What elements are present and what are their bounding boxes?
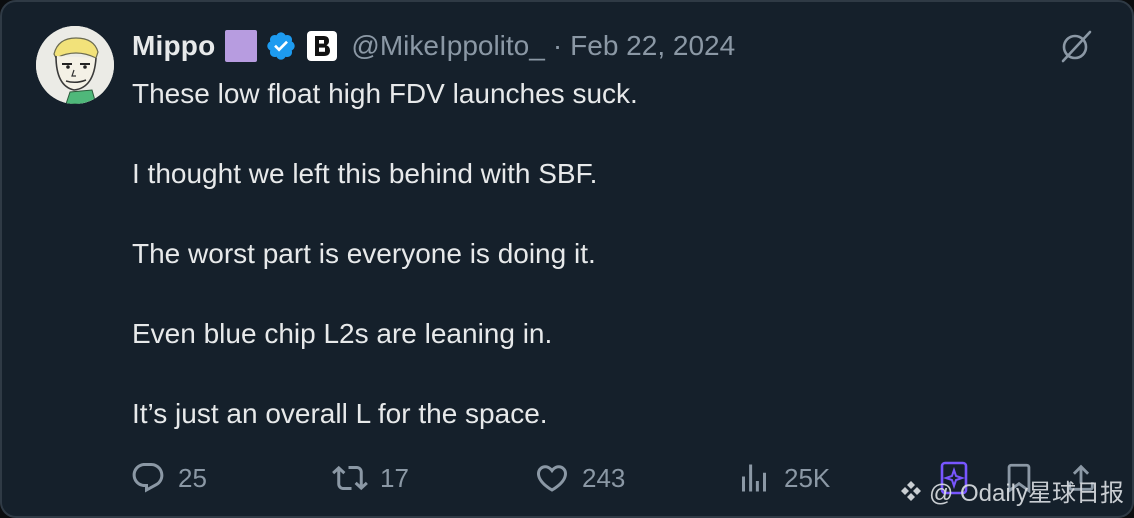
tweet-paragraph: It’s just an overall L for the space. bbox=[132, 398, 548, 429]
tweet-header: Mippo @MikeIppolito_ · Feb 22, 2024 bbox=[132, 28, 735, 64]
post-date[interactable]: Feb 22, 2024 bbox=[570, 30, 735, 62]
like-count: 243 bbox=[582, 462, 626, 493]
tweet-paragraph: These low float high FDV launches suck. bbox=[132, 78, 638, 109]
separator-dot: · bbox=[552, 30, 563, 61]
heart-icon bbox=[536, 465, 568, 492]
reply-button[interactable]: 25 bbox=[130, 454, 207, 502]
reply-icon bbox=[132, 463, 164, 493]
reply-count: 25 bbox=[178, 462, 207, 493]
affiliate-b-icon[interactable] bbox=[307, 31, 338, 61]
repost-icon bbox=[332, 465, 368, 491]
diamond-logo-icon bbox=[900, 480, 921, 501]
tweet-paragraph: The worst part is everyone is doing it. bbox=[132, 238, 596, 269]
views-button[interactable]: 25K bbox=[736, 454, 830, 502]
view-count: 25K bbox=[784, 462, 831, 493]
repost-count: 17 bbox=[380, 462, 409, 493]
square-badge-icon bbox=[225, 30, 258, 62]
tweet-text: These low float high FDV launches suck. … bbox=[132, 74, 1032, 434]
verified-badge-icon bbox=[265, 30, 297, 62]
watermark: @ Odaily星球日报 bbox=[899, 473, 1124, 508]
tweet-paragraph: I thought we left this behind with SBF. bbox=[132, 158, 598, 189]
watermark-text: @ Odaily星球日报 bbox=[928, 480, 1124, 507]
tweet-card: Mippo @MikeIppolito_ · Feb 22, 2024 Thes… bbox=[0, 0, 1134, 518]
cartoon-face-icon bbox=[36, 26, 114, 104]
avatar[interactable] bbox=[36, 26, 114, 104]
tweet-paragraph: Even blue chip L2s are leaning in. bbox=[132, 318, 553, 349]
grok-icon[interactable] bbox=[1058, 28, 1094, 64]
like-button[interactable]: 243 bbox=[534, 454, 625, 502]
views-chart-icon bbox=[742, 464, 766, 492]
repost-button[interactable]: 17 bbox=[332, 454, 409, 502]
author-handle[interactable]: @MikeIppolito_ bbox=[351, 30, 544, 62]
author-name[interactable]: Mippo bbox=[132, 30, 215, 62]
